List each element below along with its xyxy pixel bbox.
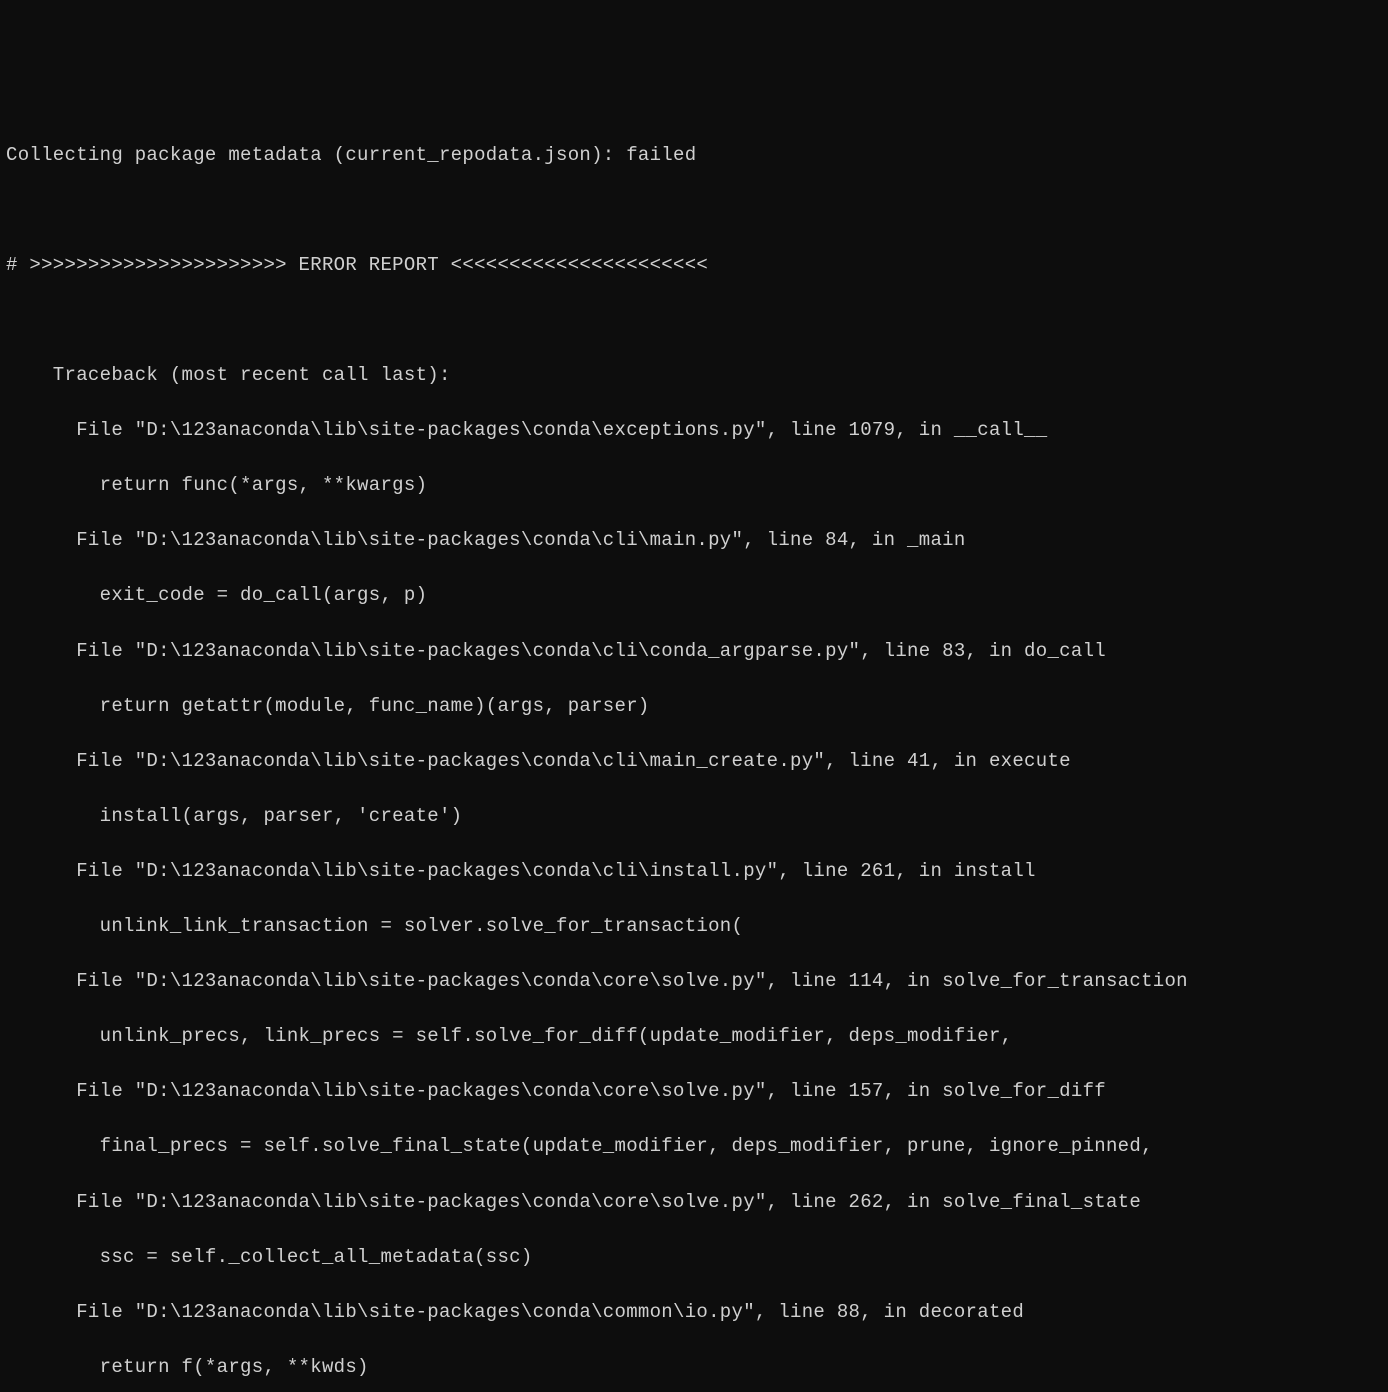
terminal-line: Collecting package metadata (current_rep… <box>6 142 1382 170</box>
terminal-blank-line <box>6 197 1382 225</box>
terminal-line: File "D:\123anaconda\lib\site-packages\c… <box>6 858 1382 886</box>
terminal-line: File "D:\123anaconda\lib\site-packages\c… <box>6 968 1382 996</box>
terminal-line: unlink_link_transaction = solver.solve_f… <box>6 913 1382 941</box>
terminal-line: File "D:\123anaconda\lib\site-packages\c… <box>6 417 1382 445</box>
terminal-line: ssc = self._collect_all_metadata(ssc) <box>6 1244 1382 1272</box>
terminal-line: final_precs = self.solve_final_state(upd… <box>6 1133 1382 1161</box>
terminal-line: return f(*args, **kwds) <box>6 1354 1382 1382</box>
terminal-line: return func(*args, **kwargs) <box>6 472 1382 500</box>
terminal-line: File "D:\123anaconda\lib\site-packages\c… <box>6 1189 1382 1217</box>
terminal-line: File "D:\123anaconda\lib\site-packages\c… <box>6 1078 1382 1106</box>
terminal-line: install(args, parser, 'create') <box>6 803 1382 831</box>
terminal-line: File "D:\123anaconda\lib\site-packages\c… <box>6 527 1382 555</box>
terminal-line: unlink_precs, link_precs = self.solve_fo… <box>6 1023 1382 1051</box>
terminal-line: Traceback (most recent call last): <box>6 362 1382 390</box>
terminal-output: Collecting package metadata (current_rep… <box>6 114 1382 802</box>
terminal-line: exit_code = do_call(args, p) <box>6 582 1382 610</box>
terminal-line: File "D:\123anaconda\lib\site-packages\c… <box>6 638 1382 666</box>
terminal-line: # >>>>>>>>>>>>>>>>>>>>>> ERROR REPORT <<… <box>6 252 1382 280</box>
terminal-blank-line <box>6 307 1382 335</box>
terminal-line: File "D:\123anaconda\lib\site-packages\c… <box>6 748 1382 776</box>
terminal-line: File "D:\123anaconda\lib\site-packages\c… <box>6 1299 1382 1327</box>
terminal-line: return getattr(module, func_name)(args, … <box>6 693 1382 721</box>
